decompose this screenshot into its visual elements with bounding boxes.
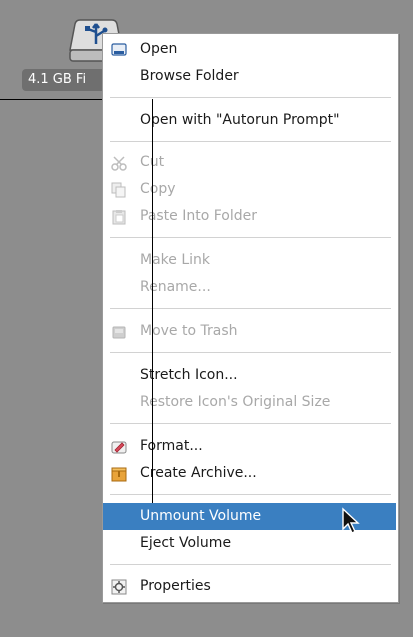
menu-item-label: Copy <box>140 181 176 197</box>
menu-item-paste-into-folder[interactable]: Paste Into Folder <box>103 203 398 230</box>
menu-item-make-link[interactable]: Make Link <box>103 247 398 274</box>
trash-icon <box>112 326 126 339</box>
menu-item-create-archive[interactable]: Create Archive... <box>103 460 398 487</box>
format-icon <box>111 441 127 454</box>
menu-item-label: Stretch Icon... <box>140 367 238 383</box>
menu-item-properties[interactable]: Properties <box>103 573 398 600</box>
menu-item-browse-folder[interactable]: Browse Folder <box>103 63 398 90</box>
guide-line-vertical <box>152 99 153 503</box>
menu-separator <box>110 97 391 98</box>
archive-icon <box>111 467 127 482</box>
menu-separator <box>110 564 391 565</box>
menu-item-label: Rename... <box>140 279 211 295</box>
mouse-pointer-icon <box>342 507 360 534</box>
menu-item-move-to-trash[interactable]: Move to Trash <box>103 318 398 345</box>
menu-item-label: Format... <box>140 438 203 454</box>
menu-item-label: Open with "Autorun Prompt" <box>140 112 340 128</box>
drive-icon <box>111 43 127 56</box>
menu-item-rename[interactable]: Rename... <box>103 274 398 301</box>
properties-icon <box>111 579 127 595</box>
menu-item-open[interactable]: Open <box>103 36 398 63</box>
menu-item-label: Create Archive... <box>140 465 257 481</box>
menu-item-label: Open <box>140 41 178 57</box>
menu-item-restore-icon-size[interactable]: Restore Icon's Original Size <box>103 389 398 416</box>
menu-item-label: Make Link <box>140 252 210 268</box>
menu-item-open-with-autorun[interactable]: Open with "Autorun Prompt" <box>103 107 398 134</box>
copy-icon <box>111 182 126 198</box>
clipboard-icon <box>112 210 126 225</box>
menu-item-format[interactable]: Format... <box>103 433 398 460</box>
scissors-icon <box>111 156 127 171</box>
menu-item-label: Unmount Volume <box>140 508 262 524</box>
menu-item-stretch-icon[interactable]: Stretch Icon... <box>103 362 398 389</box>
menu-item-label: Paste Into Folder <box>140 208 258 224</box>
menu-item-label: Eject Volume <box>140 535 232 551</box>
menu-item-label: Restore Icon's Original Size <box>140 394 331 410</box>
menu-item-label: Properties <box>140 578 211 594</box>
menu-item-cut[interactable]: Cut <box>103 149 398 176</box>
menu-item-copy[interactable]: Copy <box>103 176 398 203</box>
menu-item-label: Browse Folder <box>140 68 239 84</box>
menu-item-label: Move to Trash <box>140 323 238 339</box>
